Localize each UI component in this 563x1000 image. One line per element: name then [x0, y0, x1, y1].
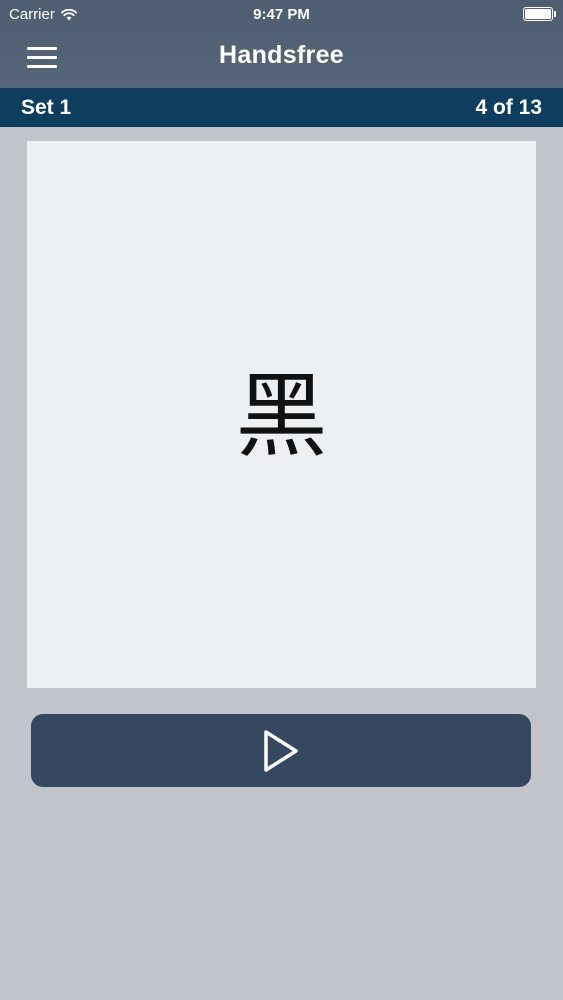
set-name: Set 1 [21, 96, 72, 119]
battery-tip [554, 11, 556, 17]
navigation-bar: Handsfree [0, 30, 563, 88]
battery-icon [523, 7, 556, 21]
card-character: 黑 [235, 362, 328, 470]
status-time: 9:47 PM [253, 6, 310, 23]
status-bar: Carrier 9:47 PM [0, 0, 563, 30]
app-header: Carrier 9:47 PM Handsfree [0, 0, 563, 88]
set-info-bar: Set 1 4 of 13 [0, 88, 563, 127]
battery-fill [525, 9, 551, 19]
page-title: Handsfree [219, 41, 344, 69]
play-icon [264, 729, 298, 772]
flashcard[interactable]: 黑 [27, 141, 536, 688]
set-progress: 4 of 13 [475, 96, 542, 119]
play-button[interactable] [31, 714, 531, 787]
